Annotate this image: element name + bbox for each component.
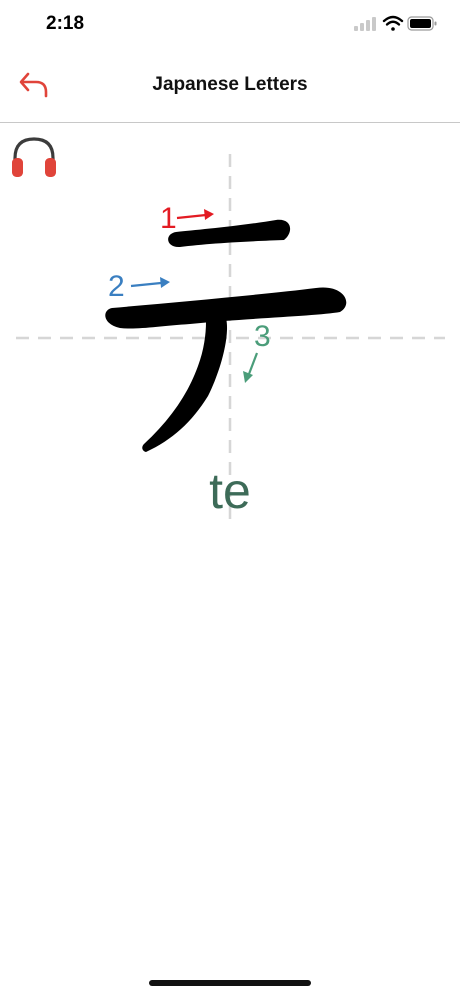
stroke-1-arrow [176,213,207,220]
stroke-3-annotation: 3 [243,320,271,383]
signal-icon [354,17,376,31]
character-glyph [105,219,347,452]
stroke-2-annotation: 2 [108,270,170,303]
stroke-3-arrowhead [243,371,253,383]
navigation-bar: Japanese Letters [0,52,460,123]
battery-icon [407,16,437,31]
stroke-2-arrowhead [160,277,170,288]
wifi-icon [382,15,404,31]
home-indicator [149,980,311,986]
stroke-3-arrow [247,352,259,375]
stroke-2-arrow [130,281,162,288]
status-bar: 2:18 [0,0,460,50]
stroke-number-1: 1 [160,202,177,235]
stroke-number-3: 3 [254,320,271,353]
status-icons [354,15,437,31]
stroke-1-arrowhead [204,209,214,220]
page-title: Japanese Letters [152,74,308,95]
status-time: 2:18 [46,13,85,34]
stroke-number-2: 2 [108,270,125,303]
romaji-reading: te [209,463,251,519]
